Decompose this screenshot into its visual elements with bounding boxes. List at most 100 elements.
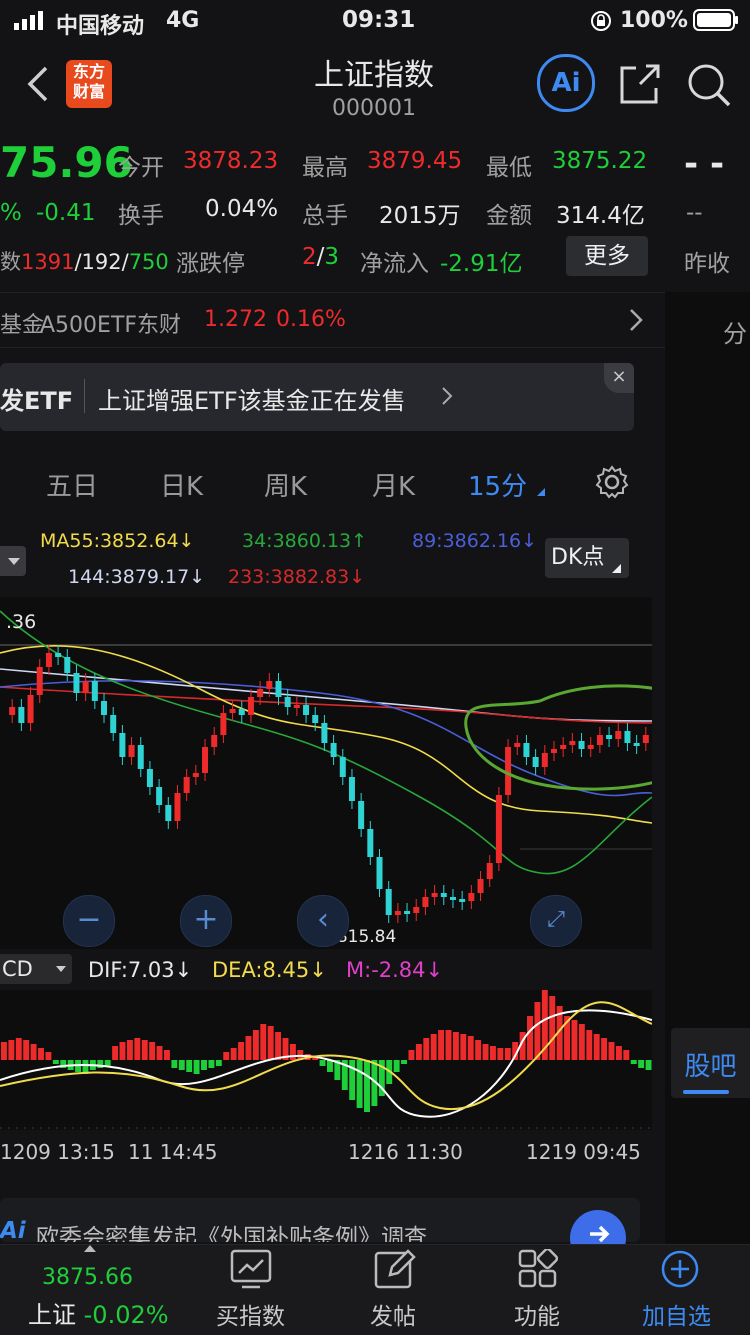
macd-bar [15, 1038, 22, 1060]
guba-underline [683, 1090, 729, 1094]
legend-dropdown[interactable] [0, 546, 26, 576]
zoom-out-button[interactable]: − [63, 895, 115, 947]
tab-15-min[interactable]: 15分 [468, 466, 527, 503]
macd-bar [267, 1026, 274, 1060]
macd-bar [475, 1040, 482, 1060]
candle-body [119, 733, 126, 757]
macd-bar [23, 1040, 30, 1060]
close-icon[interactable]: × [604, 363, 634, 393]
post-button[interactable]: 发帖 [370, 1297, 416, 1331]
candle-body [82, 681, 89, 693]
candle-body [495, 795, 502, 863]
quote-panel: 75.96 % -0.41 数1391/192/750 今开 3878.23 最… [0, 130, 750, 290]
candle-body [293, 705, 300, 708]
macd-chart[interactable] [0, 990, 652, 1130]
candle-body [229, 709, 236, 713]
candle-body [587, 745, 594, 749]
macd-bar [126, 1040, 133, 1060]
tab-month-k[interactable]: 月K [372, 466, 415, 503]
macd-bar [527, 1016, 533, 1060]
scroll-left-button[interactable]: ‹ [297, 895, 349, 947]
macd-bar [208, 1060, 215, 1068]
candle-body [45, 653, 52, 667]
macd-bar [275, 1032, 282, 1060]
settings-gear-icon[interactable] [594, 464, 630, 507]
bottom-toolbar: 3875.66 上证 -0.02% 买指数 发帖 功能 加自选 [0, 1244, 750, 1335]
macd-bar [156, 1046, 163, 1060]
share-icon[interactable] [618, 62, 662, 110]
candle-body [165, 805, 172, 821]
side-dash-small: -- [686, 200, 703, 226]
functions-button[interactable]: 功能 [514, 1297, 560, 1331]
promo-chevron-icon [440, 385, 454, 413]
candle-body [348, 777, 355, 801]
tab-day-k[interactable]: 日K [160, 466, 203, 503]
ma144-label: 144:3879.17↓ [68, 566, 206, 588]
candle-body [110, 715, 117, 733]
low-value: 3875.22 [552, 148, 648, 174]
candle-body [541, 753, 548, 767]
candle-body [642, 735, 649, 743]
macd-bar [260, 1024, 267, 1060]
macd-bar [141, 1040, 148, 1060]
zoom-in-button[interactable]: + [180, 895, 232, 947]
back-button[interactable] [22, 64, 52, 108]
tab-five-day[interactable]: 五日 [46, 466, 98, 503]
candle-body [431, 893, 438, 897]
prev-close-label: 昨收 [684, 251, 730, 277]
buy-index-button[interactable]: 买指数 [216, 1297, 285, 1331]
tab-week-k[interactable]: 周K [264, 466, 307, 503]
macd-bar [467, 1036, 474, 1060]
macd-bar [319, 1060, 326, 1066]
macd-bar [252, 1030, 259, 1060]
candle-body [376, 857, 383, 889]
macd-selector[interactable]: CD [0, 954, 72, 984]
change-value: -0.41 [36, 200, 96, 226]
macd-bar [423, 1038, 430, 1060]
candle-body [220, 713, 227, 735]
candle-body [505, 747, 512, 795]
news-ticker[interactable]: Ai 欧委会密集发起《外国补贴条例》调查 [0, 1198, 640, 1242]
ai-button[interactable]: Ai [537, 54, 595, 112]
functions-icon [518, 1247, 559, 1293]
candle-body [174, 793, 181, 821]
search-icon[interactable] [686, 62, 732, 112]
amount-label: 金额 [486, 203, 532, 229]
netflow-value: -2.91亿 [440, 251, 523, 277]
carrier-label: 中国移动 [56, 14, 145, 39]
macd-bar [638, 1060, 645, 1068]
macd-bar [289, 1044, 296, 1060]
macd-bar [52, 1060, 59, 1064]
candle-body [468, 893, 475, 901]
candle-body [486, 863, 493, 879]
dropdown-arrow-icon [56, 966, 66, 972]
candle-body [266, 681, 273, 689]
candle-body [18, 707, 25, 723]
netflow-label: 净流入 [360, 251, 429, 277]
news-ai-icon: Ai [0, 1218, 26, 1242]
expand-up-icon[interactable] [84, 1245, 96, 1252]
candle-body [394, 911, 401, 915]
guba-button[interactable]: 股吧 [671, 1028, 750, 1098]
limit-values: 2/3 [302, 244, 340, 270]
candle-body [257, 689, 264, 697]
app-logo: 东方 财富 [66, 60, 112, 108]
right-panel-label: 分 [723, 320, 747, 348]
related-fund-bar[interactable]: 基金 A500ETF东财 1.272 0.16% [0, 292, 665, 348]
amount-value: 314.4亿 [556, 203, 645, 229]
kline-chart[interactable]: .36 3815.84 − + ‹ ⤢ [0, 597, 652, 949]
macd-bar [623, 1050, 630, 1060]
bottom-index-info[interactable]: 上证 -0.02% [28, 1295, 169, 1330]
add-watchlist-button[interactable]: 加自选 [642, 1297, 711, 1331]
open-label: 今开 [118, 155, 164, 181]
candle-body [606, 735, 613, 739]
ma89-label: 89:3862.16↓ [412, 530, 538, 552]
change-pct: % [0, 200, 22, 226]
buy-index-icon [230, 1249, 272, 1293]
candle-body [101, 701, 108, 715]
macd-bar [630, 1060, 637, 1064]
promo-banner[interactable]: 发ETF 上证增强ETF该基金正在发售 × [0, 363, 634, 431]
more-button[interactable]: 更多 [566, 236, 648, 276]
fullscreen-button[interactable]: ⤢ [530, 895, 582, 947]
macd-bar [201, 1060, 207, 1070]
